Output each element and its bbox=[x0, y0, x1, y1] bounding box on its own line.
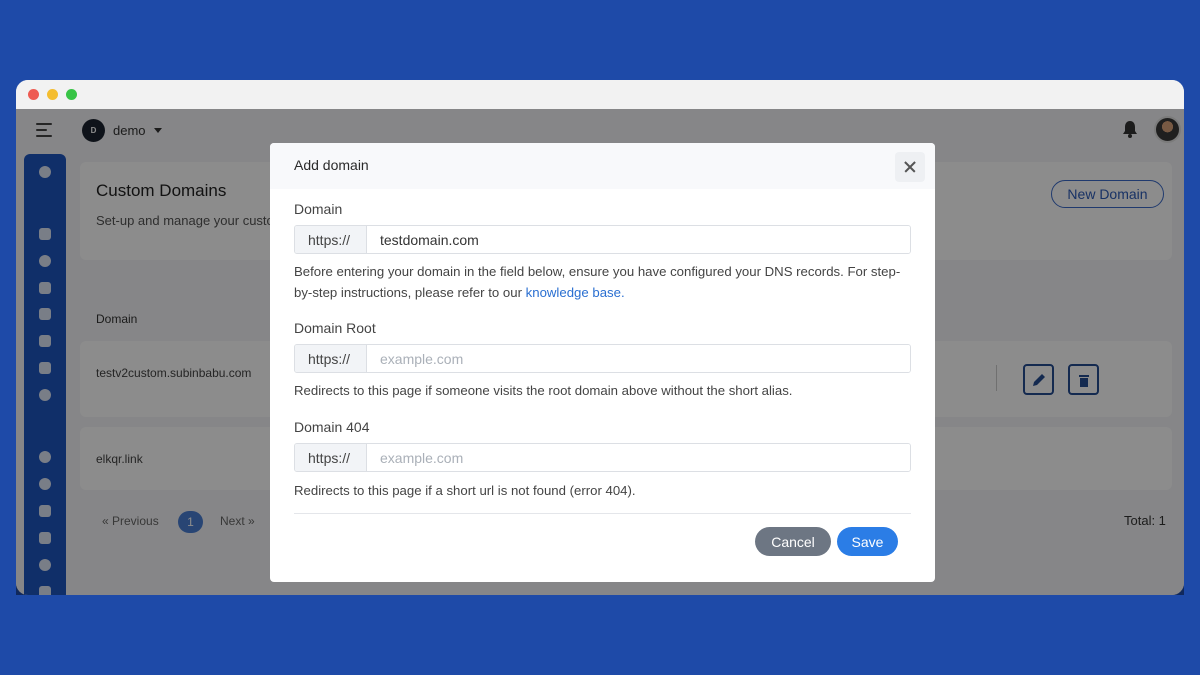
add-domain-modal: Add domain Domain https:// Before enteri… bbox=[270, 143, 935, 582]
domain-label: Domain bbox=[294, 201, 343, 217]
minimize-window-dot[interactable] bbox=[47, 89, 58, 100]
domain-help: Before entering your domain in the field… bbox=[294, 261, 914, 303]
modal-divider bbox=[294, 513, 911, 514]
maximize-window-dot[interactable] bbox=[66, 89, 77, 100]
domain-root-help: Redirects to this page if someone visits… bbox=[294, 383, 793, 398]
window-titlebar bbox=[16, 80, 1184, 109]
domain-prefix: https:// bbox=[295, 226, 367, 253]
close-window-dot[interactable] bbox=[28, 89, 39, 100]
cancel-button[interactable]: Cancel bbox=[755, 527, 831, 556]
domain-root-input-group: https:// bbox=[294, 344, 911, 373]
domain-404-input-group: https:// bbox=[294, 443, 911, 472]
domain-404-label: Domain 404 bbox=[294, 419, 370, 435]
domain-input-group: https:// bbox=[294, 225, 911, 254]
domain-404-input[interactable] bbox=[367, 444, 910, 471]
domain-root-label: Domain Root bbox=[294, 320, 376, 336]
modal-header: Add domain bbox=[270, 143, 935, 189]
save-button[interactable]: Save bbox=[837, 527, 898, 556]
modal-title: Add domain bbox=[294, 157, 369, 173]
domain-404-help: Redirects to this page if a short url is… bbox=[294, 483, 636, 498]
domain-404-prefix: https:// bbox=[295, 444, 367, 471]
close-icon[interactable] bbox=[895, 152, 925, 182]
knowledge-base-link[interactable]: knowledge base. bbox=[526, 285, 625, 300]
domain-root-prefix: https:// bbox=[295, 345, 367, 372]
domain-root-input[interactable] bbox=[367, 345, 910, 372]
domain-input[interactable] bbox=[367, 226, 910, 253]
